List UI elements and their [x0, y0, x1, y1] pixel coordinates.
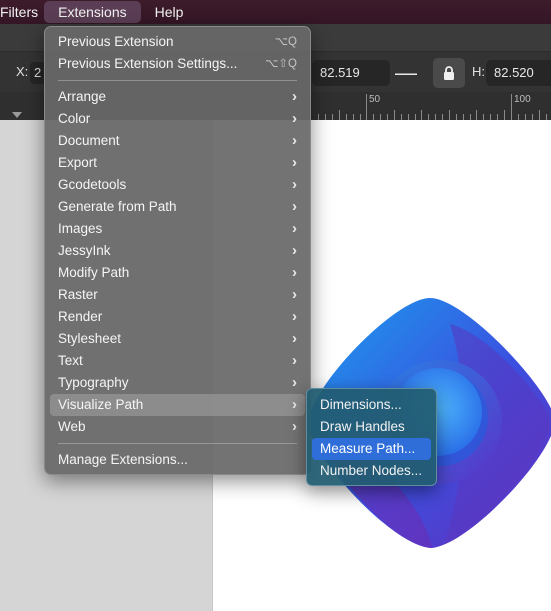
submenu-item-draw-handles[interactable]: Draw Handles — [312, 416, 431, 438]
menu-separator — [58, 443, 297, 444]
menu-item-arrange[interactable]: Arrange › — [50, 86, 305, 108]
menu-item-label: Typography — [58, 375, 129, 390]
menu-item-generate-from-path[interactable]: Generate from Path › — [50, 196, 305, 218]
submenu-item-dimensions[interactable]: Dimensions... — [312, 394, 431, 416]
shortcut-label: ⌥Q — [274, 36, 297, 48]
menu-separator — [58, 80, 297, 81]
menu-item-label: Render — [58, 309, 103, 324]
menu-filters[interactable]: Filters — [0, 1, 44, 23]
lock-icon — [444, 65, 454, 80]
menu-item-stylesheet[interactable]: Stylesheet › — [50, 328, 305, 350]
menu-item-label: Export — [58, 155, 98, 170]
chevron-right-icon: › — [292, 352, 297, 369]
chevron-right-icon: › — [292, 110, 297, 127]
chevron-right-icon: › — [292, 308, 297, 325]
menu-item-visualize-path[interactable]: Visualize Path › — [50, 394, 305, 416]
menu-item-label: Raster — [58, 287, 98, 302]
ruler-tick — [394, 110, 395, 120]
ruler-tick — [511, 94, 512, 120]
chevron-right-icon: › — [292, 154, 297, 171]
width-stepper[interactable]: —+ — [395, 60, 429, 111]
menu-item-label: Document — [58, 133, 120, 148]
menu-item-render[interactable]: Render › — [50, 306, 305, 328]
menu-item-typography[interactable]: Typography › — [50, 372, 305, 394]
submenu-item-number-nodes[interactable]: Number Nodes... — [312, 460, 431, 482]
ruler-tick — [366, 94, 367, 120]
chevron-right-icon: › — [292, 88, 297, 105]
menu-item-images[interactable]: Images › — [50, 218, 305, 240]
menu-item-label: Stylesheet — [58, 331, 122, 346]
menu-item-raster[interactable]: Raster › — [50, 284, 305, 306]
chevron-right-icon: › — [292, 220, 297, 237]
menu-item-label: Text — [58, 353, 83, 368]
chevron-right-icon: › — [292, 374, 297, 391]
ruler-tick — [504, 110, 505, 120]
chevron-right-icon: › — [292, 418, 297, 435]
menu-item-export[interactable]: Export › — [50, 152, 305, 174]
menu-item-label: Modify Path — [58, 265, 130, 280]
menu-item-jessyink[interactable]: JessyInk › — [50, 240, 305, 262]
menu-item-web[interactable]: Web › — [50, 416, 305, 438]
ruler-tick — [339, 110, 340, 120]
menu-item-label: Visualize Path — [58, 397, 144, 412]
menu-item-label: Web — [58, 419, 86, 434]
chevron-right-icon: › — [292, 396, 297, 413]
submenu-item-measure-path[interactable]: Measure Path... — [312, 438, 431, 460]
ruler-tick — [421, 110, 422, 120]
menu-item-gcodetools[interactable]: Gcodetools › — [50, 174, 305, 196]
menu-item-text[interactable]: Text › — [50, 350, 305, 372]
menu-help[interactable]: Help — [141, 1, 198, 23]
menu-bar: Filters Extensions Help — [0, 0, 551, 24]
menu-item-label: Previous Extension Settings... — [58, 56, 238, 71]
visualize-path-submenu: Dimensions... Draw Handles Measure Path.… — [306, 388, 437, 486]
ruler-label: 50 — [369, 94, 381, 105]
ruler-label: 100 — [514, 94, 531, 105]
menu-item-label: Manage Extensions... — [58, 452, 188, 467]
menu-item-document[interactable]: Document › — [50, 130, 305, 152]
chevron-right-icon: › — [292, 176, 297, 193]
menu-item-previous-extension-settings[interactable]: Previous Extension Settings... ⌥⇧Q — [50, 53, 305, 75]
menu-item-manage-extensions[interactable]: Manage Extensions... — [50, 449, 305, 471]
menu-item-label: Generate from Path — [58, 199, 177, 214]
shortcut-label: ⌥⇧Q — [265, 58, 297, 70]
ruler-marker-icon — [12, 112, 22, 118]
chevron-right-icon: › — [292, 264, 297, 281]
menu-extensions[interactable]: Extensions — [44, 1, 141, 23]
chevron-right-icon: › — [292, 330, 297, 347]
menu-item-previous-extension[interactable]: Previous Extension ⌥Q — [50, 31, 305, 53]
menu-item-color[interactable]: Color › — [50, 108, 305, 130]
menu-item-label: Arrange — [58, 89, 107, 104]
chevron-right-icon: › — [292, 132, 297, 149]
menu-item-label: Color — [58, 111, 91, 126]
menu-item-label: Images — [58, 221, 103, 236]
chevron-right-icon: › — [292, 242, 297, 259]
extensions-menu: Previous Extension ⌥Q Previous Extension… — [44, 26, 311, 475]
menu-item-label: Previous Extension — [58, 34, 174, 49]
ruler-tick — [539, 110, 540, 120]
menu-item-label: Gcodetools — [58, 177, 127, 192]
menu-item-label: JessyInk — [58, 243, 111, 258]
chevron-right-icon: › — [292, 286, 297, 303]
lock-ratio-button[interactable] — [433, 58, 465, 88]
menu-item-modify-path[interactable]: Modify Path › — [50, 262, 305, 284]
x-label: X: — [16, 64, 29, 79]
chevron-right-icon: › — [292, 198, 297, 215]
h-label: H: — [472, 64, 485, 79]
width-field[interactable]: 82.519 — [312, 60, 390, 86]
ruler-tick — [476, 110, 477, 120]
height-field[interactable]: 82.520 — [486, 60, 551, 86]
ruler-tick — [449, 110, 450, 120]
